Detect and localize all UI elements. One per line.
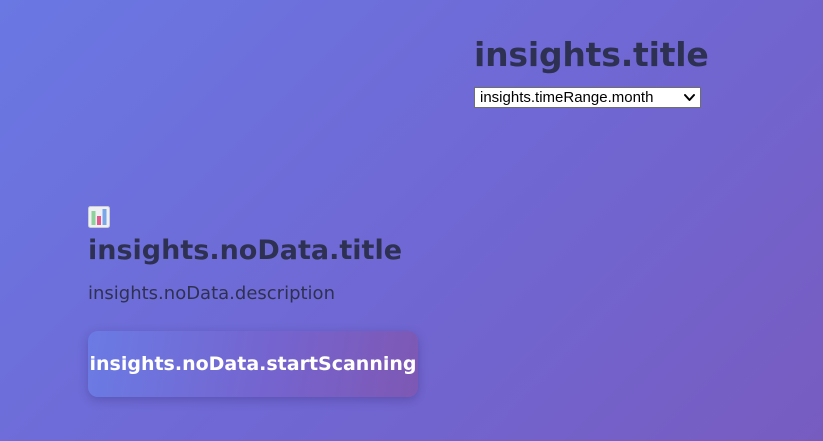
insights-header: insights.title: [474, 34, 709, 76]
empty-state-description: insights.noData.description: [88, 283, 335, 304]
time-range-selected-value: insights.timeRange.month: [480, 89, 654, 106]
page-title: insights.title: [474, 35, 709, 74]
chevron-down-icon: [684, 94, 695, 101]
start-scanning-button[interactable]: insights.noData.startScanning: [88, 331, 418, 397]
bar-chart-icon: [88, 206, 110, 228]
empty-state: insights.noData.title insights.noData.de…: [88, 206, 402, 306]
time-range-select[interactable]: insights.timeRange.month: [474, 87, 701, 108]
empty-state-title: insights.noData.title: [88, 235, 403, 266]
